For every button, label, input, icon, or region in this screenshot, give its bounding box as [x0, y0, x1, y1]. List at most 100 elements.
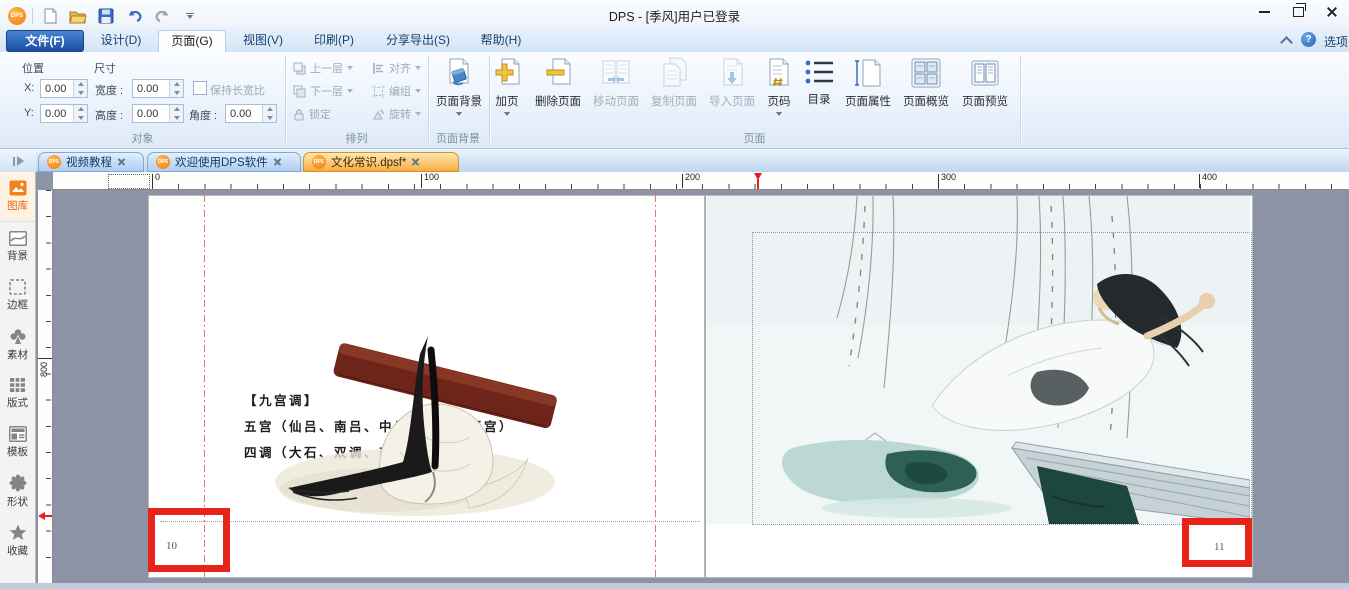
page-background-button[interactable]: 页面背景 — [431, 57, 487, 116]
design-canvas[interactable]: 0 100 200 300 400 800 【九宫调】 五宫（仙吕、南吕、中吕、… — [36, 172, 1349, 583]
tab-view[interactable]: 视图(V) — [232, 30, 294, 50]
doc-tab-welcome[interactable]: DPS 欢迎使用DPS软件 — [147, 152, 301, 172]
horizontal-ruler: 0 100 200 300 400 — [53, 172, 1349, 190]
ruler-label: 200 — [685, 172, 700, 182]
angle-input[interactable] — [225, 104, 277, 123]
highlight-box-left-page-number — [148, 508, 230, 572]
add-page-button[interactable]: 加页 — [486, 57, 528, 116]
keep-aspect-ratio-checkbox[interactable] — [193, 81, 207, 95]
help-icon[interactable]: ? — [1301, 32, 1316, 47]
group-button[interactable]: 编组 — [372, 82, 421, 100]
collapse-ribbon-icon[interactable] — [1282, 36, 1291, 50]
minimize-button[interactable] — [1247, 0, 1281, 24]
width-label: 宽度 : — [95, 82, 123, 98]
dps-file-icon: DPS — [312, 155, 326, 169]
y-label: Y: — [24, 107, 34, 119]
angle-label: 角度 : — [189, 107, 217, 123]
height-input[interactable] — [132, 104, 184, 123]
page-number-button[interactable]: 页码 — [759, 57, 799, 116]
vertical-ruler: 800 — [38, 190, 53, 583]
move-page-button[interactable]: 移动页面 — [587, 57, 645, 109]
page-properties-button[interactable]: 页面属性 — [839, 57, 897, 109]
tab-help[interactable]: 帮助(H) — [470, 30, 532, 50]
send-backward-button[interactable]: 下一层 — [293, 82, 353, 100]
doc-tab-label: 文化常识.dpsf* — [331, 154, 406, 170]
ruler-label: 800 — [39, 362, 49, 377]
keep-aspect-ratio-label: 保持长宽比 — [210, 82, 265, 98]
copy-page-button[interactable]: 复制页面 — [645, 57, 703, 109]
x-label: X: — [24, 82, 34, 94]
import-page-button[interactable]: 导入页面 — [703, 57, 761, 109]
grid-icon — [9, 377, 26, 393]
tab-print[interactable]: 印刷(P) — [302, 30, 366, 50]
x-spinner-arrows[interactable] — [73, 80, 87, 97]
width-input[interactable] — [132, 79, 184, 98]
page-background-group-label: 页面背景 — [428, 130, 488, 146]
tab-design[interactable]: 设计(D) — [90, 30, 152, 50]
dps-file-icon: DPS — [47, 155, 61, 169]
sidebar-item-layout[interactable]: 版式 — [0, 369, 35, 418]
window-bottom-border — [0, 583, 1349, 589]
gallery-icon — [9, 180, 27, 196]
ruler-label: 0 — [155, 172, 160, 182]
height-label: 高度 : — [95, 107, 123, 123]
ribbon-tab-bar: 文件(F) 设计(D) 页面(G) 视图(V) 印刷(P) 分享导出(S) 帮助… — [0, 28, 1349, 52]
sidebar-item-background[interactable]: 背景 — [0, 222, 35, 271]
highlight-box-right-page-number — [1182, 518, 1252, 567]
sidebar-item-material[interactable]: 素材 — [0, 320, 35, 369]
tab-page[interactable]: 页面(G) — [158, 30, 226, 53]
height-spinner-arrows[interactable] — [169, 105, 183, 122]
ruler-label: 400 — [1202, 172, 1217, 182]
dps-file-icon: DPS — [156, 155, 170, 169]
restore-button[interactable] — [1281, 0, 1315, 24]
doc-tab-label: 视频教程 — [66, 154, 112, 170]
options-button[interactable]: 选项 — [1324, 33, 1348, 50]
close-button[interactable] — [1315, 0, 1349, 24]
left-page-artwork[interactable] — [265, 332, 575, 522]
sidebar-item-border[interactable]: 边框 — [0, 271, 35, 320]
y-input[interactable] — [40, 104, 88, 123]
sidebar-item-shape[interactable]: 形状 — [0, 467, 35, 516]
ribbon: 位置 尺寸 X: Y: 宽度 : 高度 : 保持长宽比 角度 : 对象 — [0, 52, 1349, 149]
width-spinner-arrows[interactable] — [169, 80, 183, 97]
image-selection-border[interactable] — [752, 232, 1252, 525]
tab-share-export[interactable]: 分享导出(S) — [374, 30, 462, 50]
rotate-button[interactable]: 旋转 — [372, 105, 421, 123]
tab-file[interactable]: 文件(F) — [6, 30, 84, 52]
page-spine — [705, 195, 706, 578]
angle-spinner-arrows[interactable] — [262, 105, 276, 122]
arrange-group-label: 排列 — [285, 130, 428, 146]
size-title: 尺寸 — [94, 60, 116, 76]
close-tab-icon[interactable] — [411, 158, 420, 167]
star-icon — [9, 524, 27, 541]
x-input[interactable] — [40, 79, 88, 98]
doc-tab-video-tutorial[interactable]: DPS 视频教程 — [38, 152, 144, 172]
doc-tab-label: 欢迎使用DPS软件 — [175, 154, 268, 170]
close-tab-icon[interactable] — [117, 158, 126, 167]
ruler-origin-box — [108, 174, 150, 189]
page-preview-button[interactable]: 页面预览 — [956, 57, 1014, 109]
sidebar-item-favorites[interactable]: 收藏 — [0, 516, 35, 565]
lock-button[interactable]: 锁定 — [293, 105, 331, 123]
doc-tab-culture-knowledge[interactable]: DPS 文化常识.dpsf* — [303, 152, 459, 172]
position-title: 位置 — [22, 60, 44, 76]
footer-guide-line — [160, 521, 700, 522]
align-button[interactable]: 对齐 — [372, 59, 421, 77]
sidebar-item-gallery[interactable]: 图库 — [0, 172, 35, 222]
ruler-label: 300 — [941, 172, 956, 182]
title-bar: DPS DPS - [季风]用户已登录 — [0, 0, 1349, 28]
ruler-label: 100 — [424, 172, 439, 182]
border-icon — [9, 279, 26, 295]
close-tab-icon[interactable] — [273, 158, 282, 167]
page-overview-button[interactable]: 页面概览 — [897, 57, 955, 109]
object-group-label: 对象 — [0, 130, 285, 146]
page-group-label: 页面 — [489, 130, 1020, 146]
background-icon — [9, 231, 27, 246]
panel-toggle-button[interactable] — [0, 150, 36, 172]
sidebar-item-template[interactable]: 模板 — [0, 418, 35, 467]
delete-page-button[interactable]: 删除页面 — [528, 57, 588, 109]
toc-button[interactable]: 目录 — [799, 57, 839, 107]
y-spinner-arrows[interactable] — [73, 105, 87, 122]
bring-forward-button[interactable]: 上一层 — [293, 59, 353, 77]
template-icon — [9, 426, 27, 442]
